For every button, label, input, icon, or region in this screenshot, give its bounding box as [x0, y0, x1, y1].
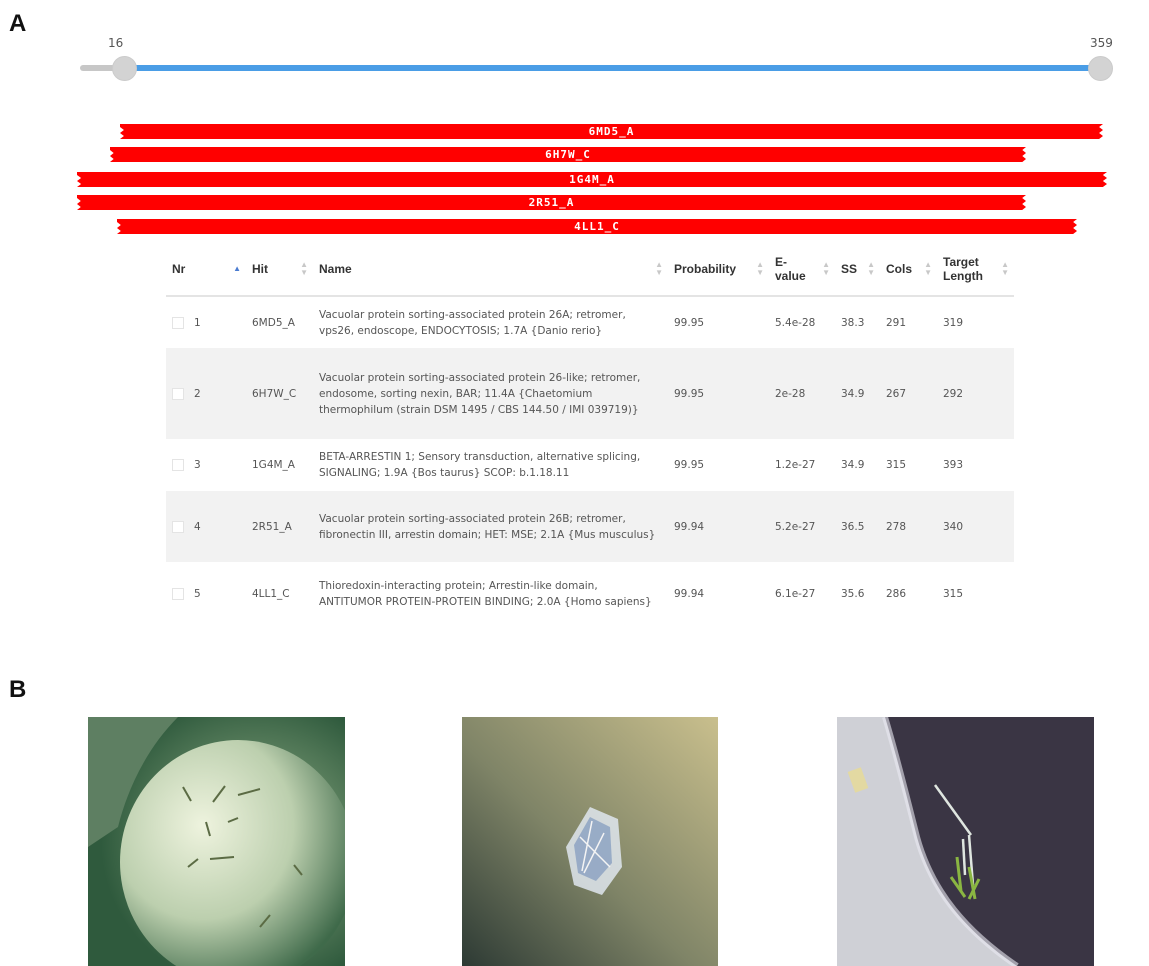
crystal-photo-3 [837, 717, 1094, 966]
column-header-label: Cols [886, 262, 913, 276]
row-hit[interactable]: 4LL1_C [246, 562, 313, 626]
row-checkbox[interactable] [172, 588, 184, 600]
row-nr: 2 [194, 387, 201, 400]
column-header-cols[interactable]: Cols ▲ ▼ [880, 243, 937, 297]
row-name: Vacuolar protein sorting-associated prot… [313, 348, 668, 439]
column-header-target-length[interactable]: Target Length ▲ ▼ [937, 243, 1014, 297]
column-header-probability[interactable]: Probability ▲ ▼ [668, 243, 769, 297]
row-cols: 291 [880, 296, 937, 348]
column-header-nr[interactable]: Nr ▲ [166, 243, 246, 297]
sort-icon[interactable]: ▲ ▼ [924, 261, 932, 277]
hit-bar-label: 4LL1_C [574, 220, 620, 233]
row-checkbox[interactable] [172, 316, 184, 329]
column-header-label: Name [319, 262, 352, 276]
sort-icon[interactable]: ▲ ▼ [822, 261, 830, 277]
row-hit[interactable]: 1G4M_A [246, 439, 313, 491]
row-cols: 278 [880, 491, 937, 562]
sort-ascending-icon[interactable]: ▲ [233, 265, 241, 273]
row-checkbox[interactable] [172, 520, 184, 533]
column-header-evalue[interactable]: E-value ▲ ▼ [769, 243, 835, 297]
row-evalue: 6.1e-27 [769, 562, 835, 626]
row-probability: 99.95 [668, 439, 769, 491]
column-header-label: Hit [252, 262, 268, 276]
row-evalue: 5.4e-28 [769, 296, 835, 348]
table-row[interactable]: 1 6MD5_A Vacuolar protein sorting-associ… [166, 296, 1014, 348]
row-target-length: 340 [937, 491, 1014, 562]
hit-bar-label: 6H7W_C [545, 148, 591, 161]
sort-icon[interactable]: ▲ ▼ [1001, 261, 1009, 277]
row-evalue: 5.2e-27 [769, 491, 835, 562]
row-ss: 36.5 [835, 491, 880, 562]
row-ss: 35.6 [835, 562, 880, 626]
panel-b-label: B [9, 676, 27, 703]
sort-icon[interactable]: ▲ ▼ [655, 261, 663, 277]
hit-bar[interactable]: 4LL1_C [117, 219, 1077, 234]
row-nr: 4 [194, 520, 201, 533]
row-evalue: 1.2e-27 [769, 439, 835, 491]
row-hit[interactable]: 6H7W_C [246, 348, 313, 439]
row-target-length: 292 [937, 348, 1014, 439]
table-row[interactable]: 4 2R51_A Vacuolar protein sorting-associ… [166, 491, 1014, 562]
crystal-photo-1 [88, 717, 345, 966]
crystal-photo-2 [462, 717, 718, 966]
row-probability: 99.94 [668, 562, 769, 626]
row-hit[interactable]: 2R51_A [246, 491, 313, 562]
row-cols: 286 [880, 562, 937, 626]
sort-icon[interactable]: ▲ ▼ [300, 261, 308, 277]
table-row[interactable]: 2 6H7W_C Vacuolar protein sorting-associ… [166, 348, 1014, 439]
row-ss: 34.9 [835, 439, 880, 491]
column-header-label: E-value [775, 255, 806, 283]
hit-alignment-bars: 6MD5_A 6H7W_C 1G4M_A 2R51_A 4LL1_C [0, 0, 1149, 240]
row-cols: 267 [880, 348, 937, 439]
row-target-length: 315 [937, 562, 1014, 626]
hit-bar-label: 1G4M_A [569, 173, 615, 186]
table-row[interactable]: 3 1G4M_A BETA-ARRESTIN 1; Sensory transd… [166, 439, 1014, 491]
row-ss: 38.3 [835, 296, 880, 348]
row-probability: 99.95 [668, 296, 769, 348]
row-probability: 99.95 [668, 348, 769, 439]
column-header-label: SS [841, 262, 858, 276]
hit-bar[interactable]: 6MD5_A [120, 124, 1103, 139]
row-cols: 315 [880, 439, 937, 491]
row-nr: 3 [194, 459, 201, 471]
sort-icon[interactable]: ▲ ▼ [867, 261, 875, 277]
column-header-name[interactable]: Name ▲ ▼ [313, 243, 668, 297]
hit-bar-label: 2R51_A [528, 196, 575, 209]
column-header-label: Target Length [943, 255, 983, 283]
hit-bar[interactable]: 1G4M_A [77, 172, 1107, 187]
hit-bar[interactable]: 2R51_A [77, 195, 1026, 210]
row-name: BETA-ARRESTIN 1; Sensory transduction, a… [313, 439, 668, 491]
column-header-ss[interactable]: SS ▲ ▼ [835, 243, 880, 297]
row-checkbox[interactable] [172, 459, 184, 471]
column-header-hit[interactable]: Hit ▲ ▼ [246, 243, 313, 297]
column-header-label: Nr [172, 262, 186, 276]
row-name: Thioredoxin-interacting protein; Arresti… [313, 562, 668, 626]
row-name: Vacuolar protein sorting-associated prot… [313, 491, 668, 562]
sort-icon[interactable]: ▲ ▼ [756, 261, 764, 277]
row-probability: 99.94 [668, 491, 769, 562]
row-checkbox[interactable] [172, 387, 184, 400]
column-header-label: Probability [674, 262, 737, 276]
hits-table: Nr ▲ Hit ▲ ▼ Name ▲ ▼ Probability ▲ ▼ E-value ▲ ▼… [166, 243, 1014, 626]
row-evalue: 2e-28 [769, 348, 835, 439]
row-target-length: 319 [937, 296, 1014, 348]
row-nr: 1 [194, 316, 201, 329]
row-ss: 34.9 [835, 348, 880, 439]
row-name: Vacuolar protein sorting-associated prot… [313, 296, 668, 348]
row-nr: 5 [194, 588, 201, 600]
row-target-length: 393 [937, 439, 1014, 491]
table-row[interactable]: 5 4LL1_C Thioredoxin-interacting protein… [166, 562, 1014, 626]
hit-bar[interactable]: 6H7W_C [110, 147, 1026, 162]
hit-bar-label: 6MD5_A [588, 125, 635, 138]
table-header-row: Nr ▲ Hit ▲ ▼ Name ▲ ▼ Probability ▲ ▼ E-value ▲ ▼… [166, 243, 1014, 297]
row-hit[interactable]: 6MD5_A [246, 296, 313, 348]
